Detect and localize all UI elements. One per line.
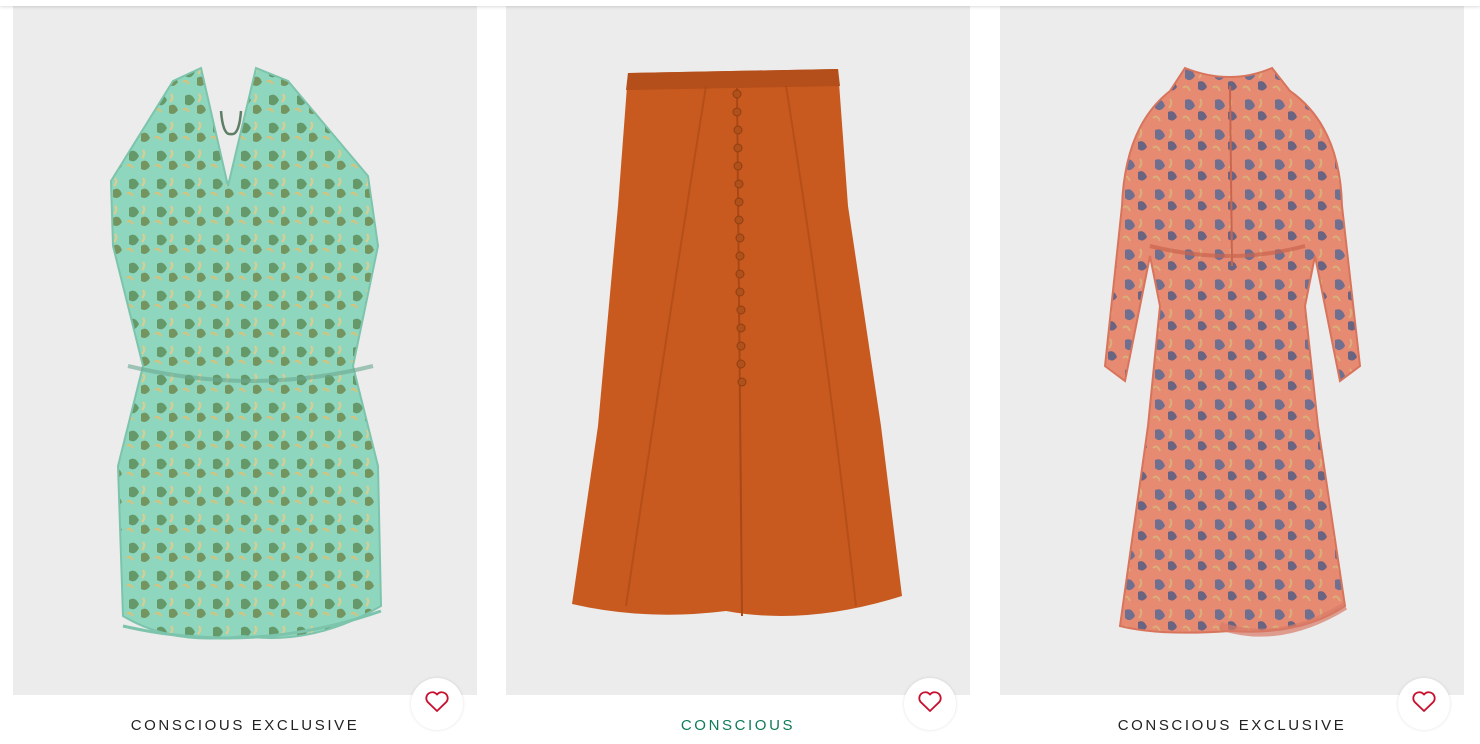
- skirt-illustration: [572, 69, 902, 617]
- product-label[interactable]: CONSCIOUS EXCLUSIVE: [1000, 717, 1464, 734]
- product-image-orange-skirt[interactable]: [506, 6, 970, 695]
- heart-icon: [1411, 690, 1437, 719]
- product-image-green-dress[interactable]: [13, 6, 477, 695]
- heart-icon: [917, 690, 943, 719]
- product-label[interactable]: CONSCIOUS: [506, 717, 970, 734]
- product-image-coral-dress[interactable]: [1000, 6, 1464, 695]
- product-grid: CONSCIOUS EXCLUSIVE CONSCIOUS CONSCIOUS …: [0, 0, 1480, 744]
- header-bar: [0, 0, 1480, 6]
- product-label[interactable]: CONSCIOUS EXCLUSIVE: [13, 717, 477, 734]
- dress-illustration: [109, 66, 383, 640]
- heart-icon: [424, 690, 450, 719]
- product-card[interactable]: CONSCIOUS EXCLUSIVE: [1000, 6, 1464, 744]
- dress-illustration: [1103, 66, 1362, 637]
- product-card[interactable]: CONSCIOUS: [506, 6, 970, 744]
- product-card[interactable]: CONSCIOUS EXCLUSIVE: [13, 6, 477, 744]
